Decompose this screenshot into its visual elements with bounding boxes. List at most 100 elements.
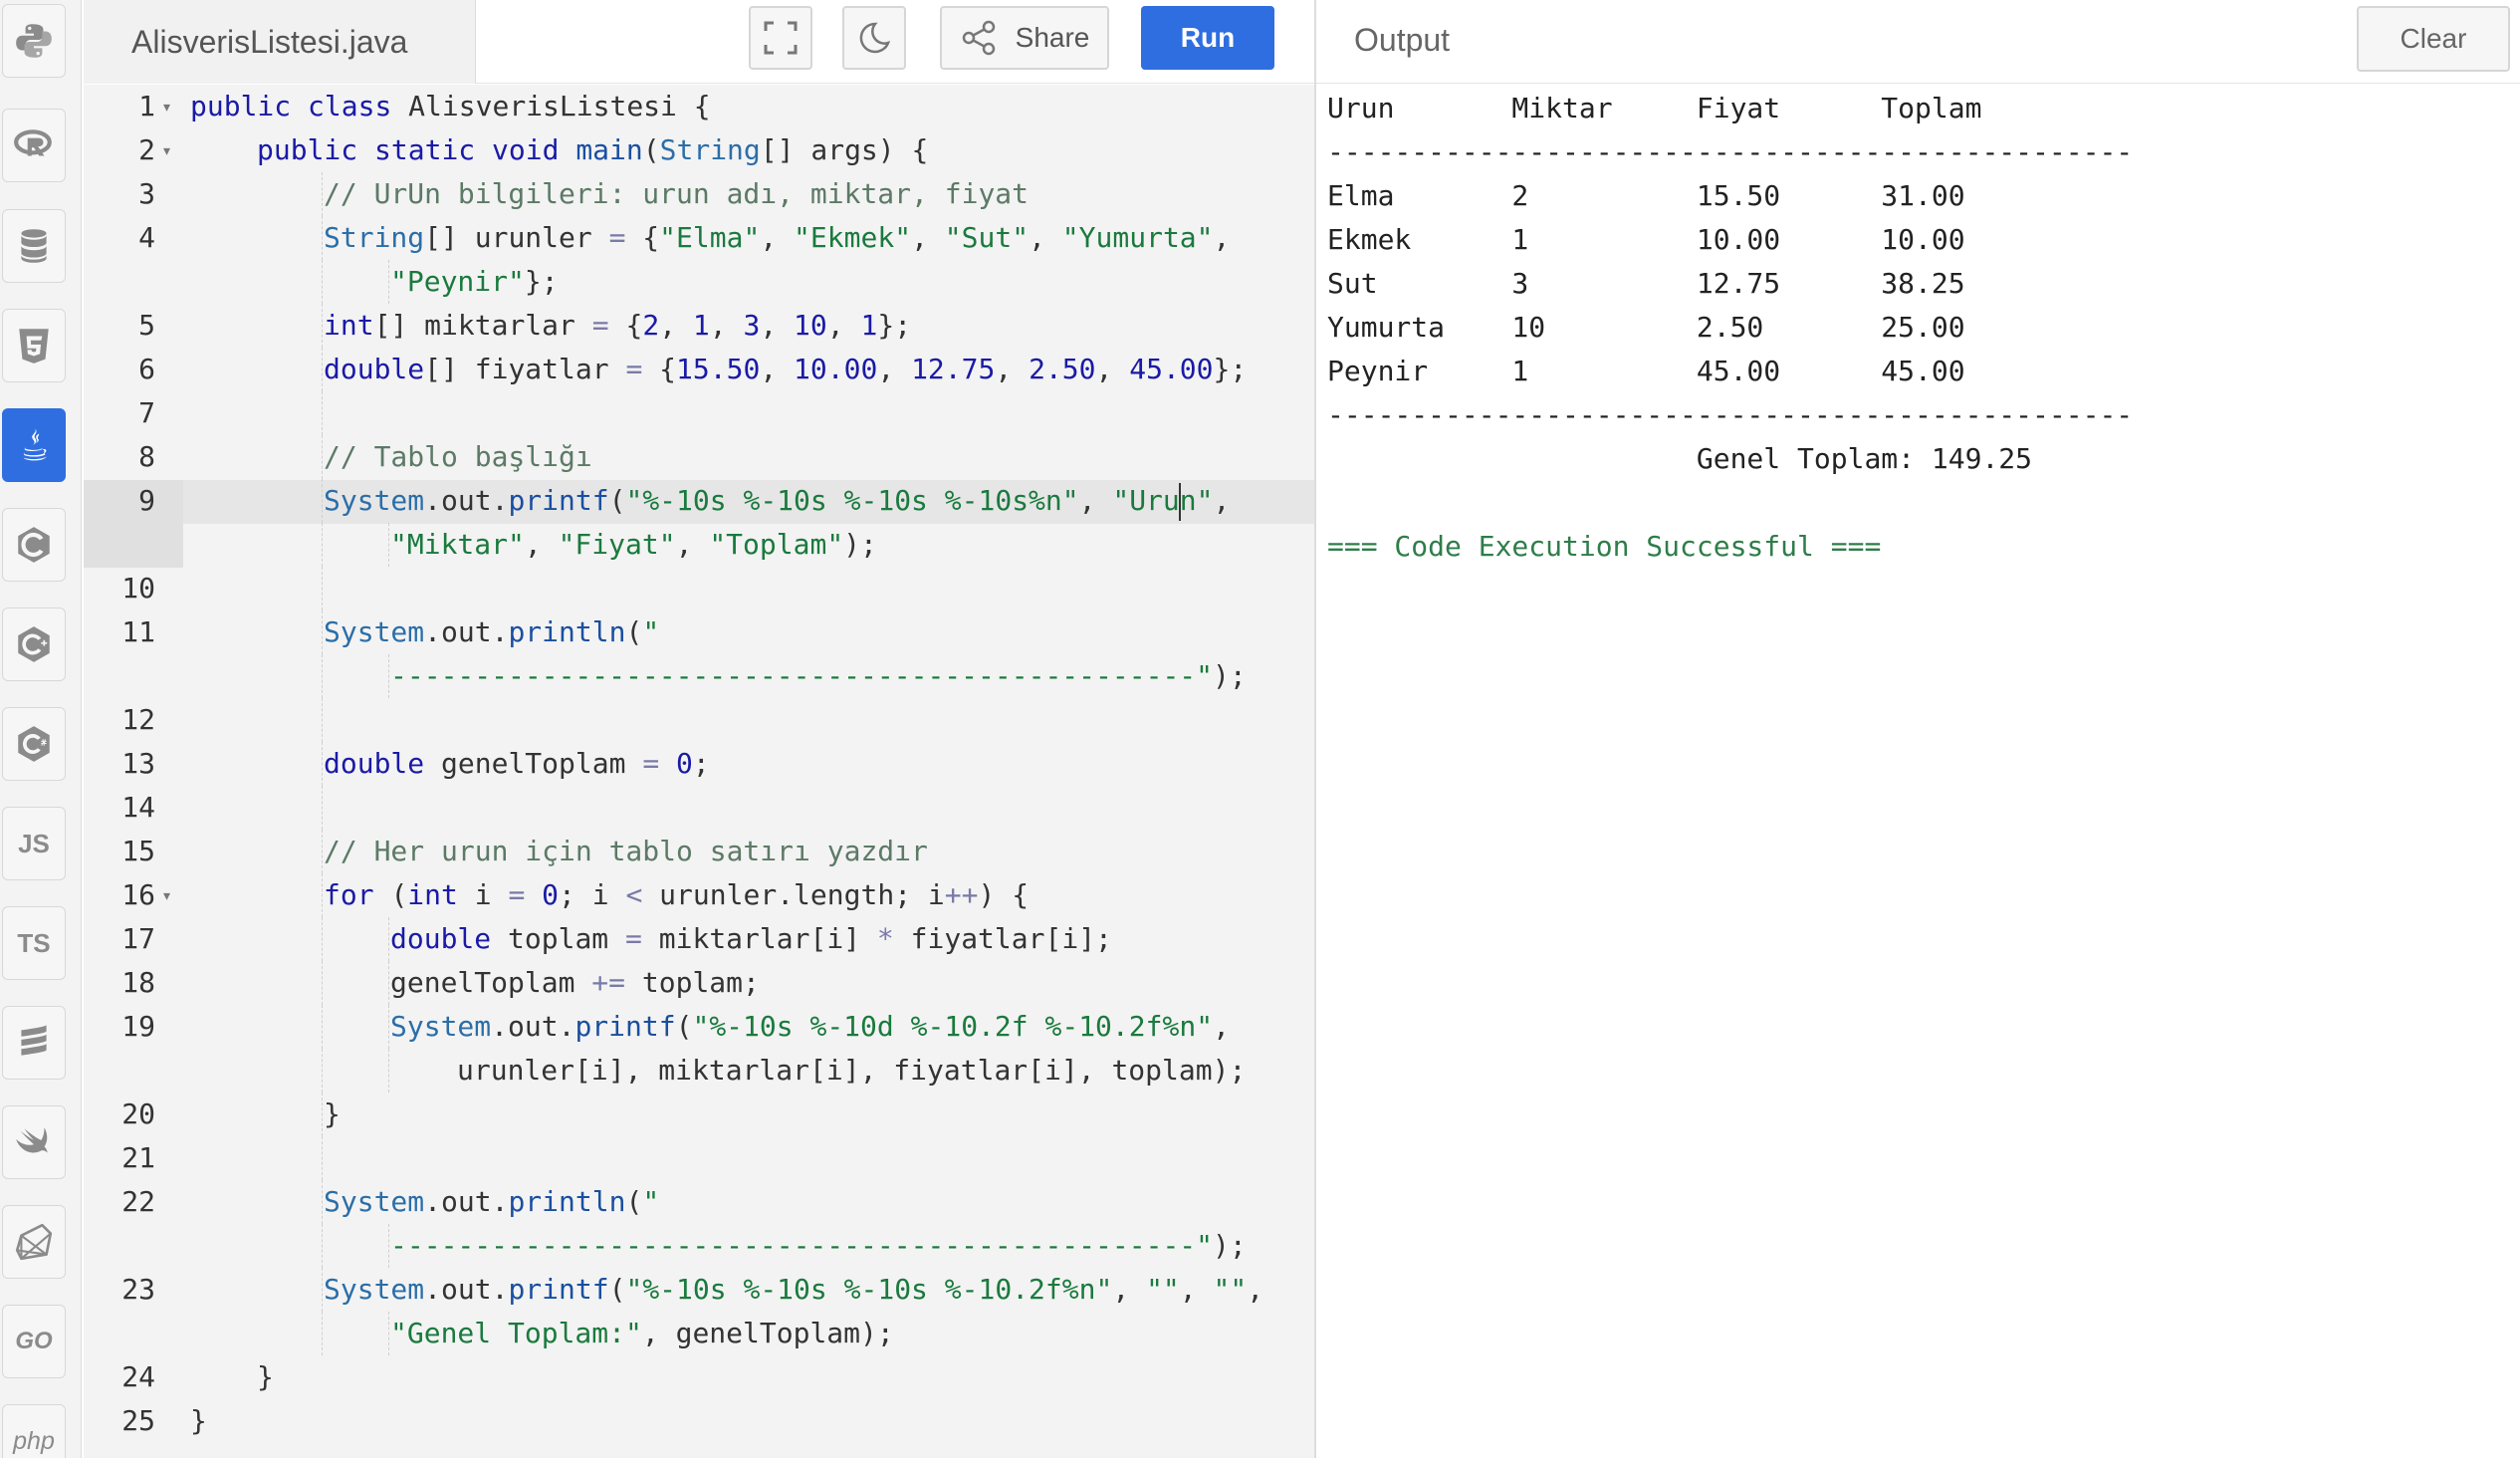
code-line[interactable]: ----------------------------------------… [390,1224,1247,1268]
run-button[interactable]: Run [1141,6,1274,70]
indent-guide [322,523,323,567]
indent-guide [322,1312,323,1355]
code-line[interactable]: // Tablo başlığı [324,435,592,479]
code-token: , [1179,1273,1214,1306]
go-button[interactable]: GO [2,1305,66,1378]
code-line[interactable]: public class AlisverisListesi { [190,85,711,128]
line-number: 4 [138,221,155,254]
code-token: ); [1213,659,1247,692]
code-token: , [1213,484,1231,517]
ruby-icon [15,1223,53,1261]
code-line[interactable]: // Her urun için tablo satırı yazdır [324,830,928,873]
indent-guide [322,917,323,961]
code-line[interactable]: double[] fiyatlar = {15.50, 10.00, 12.75… [324,348,1247,391]
code-token: System [324,484,425,517]
java-button[interactable] [2,408,66,482]
code-line[interactable]: } [190,1399,207,1443]
code-token: "Miktar" [390,528,525,561]
indent-guide [322,786,323,830]
code-token: , [675,528,710,561]
cpp-icon [18,626,50,662]
code-line[interactable]: public static void main(String[] args) { [257,128,928,172]
indent-guide [322,567,323,610]
code-token: // Tablo başlığı [324,440,592,473]
code-line[interactable]: System.out.printf("%-10s %-10s %-10s %-1… [324,1268,1263,1312]
file-tab[interactable]: AlisverisListesi.java [84,0,476,84]
csharp-button[interactable] [2,707,66,781]
code-line[interactable]: System.out.printf("%-10s %-10d %-10.2f %… [390,1005,1230,1049]
indent-guide [322,1093,323,1136]
code-line[interactable]: } [324,1093,341,1136]
code-token: double [324,353,425,385]
code-line[interactable]: int[] miktarlar = {2, 1, 3, 10, 1}; [324,304,911,348]
code-token: System [390,1010,492,1043]
python-button[interactable] [2,4,66,78]
code-token: "Sut" [944,221,1030,254]
code-token: [] args) { [760,133,929,166]
indent-guide [322,742,323,786]
line-number: 3 [138,177,155,210]
code-line[interactable]: double genelToplam = 0; [324,742,710,786]
code-line[interactable]: String[] urunler = {"Elma", "Ekmek", "Su… [324,216,1230,260]
code-line[interactable]: System.out.println(" [324,610,659,654]
code-token: "" [1213,1273,1248,1306]
c-button[interactable] [2,508,66,582]
code-line[interactable]: } [257,1355,274,1399]
code-line[interactable]: "Genel Toplam:", genelToplam); [390,1312,894,1355]
code-line[interactable]: "Peynir"}; [390,260,559,304]
html-button[interactable] [2,309,66,382]
indent-guide [322,830,323,873]
code-token: "Yumurta" [1061,221,1214,254]
php-button[interactable]: php [2,1404,66,1458]
code-token: .out. [424,1185,509,1218]
code-line[interactable]: ----------------------------------------… [390,654,1247,698]
code-token: , [524,528,559,561]
r-button[interactable] [2,109,66,182]
fullscreen-button[interactable] [749,6,812,70]
typescript-button[interactable]: TS [2,906,66,980]
code-line[interactable]: urunler[i], miktarlar[i], fiyatlar[i], t… [457,1049,1246,1093]
code-token: , [760,309,795,342]
dark-mode-button[interactable] [842,6,906,70]
code-token: , [1247,1273,1264,1306]
code-token: ) { [978,878,1030,911]
indent-guide [322,1224,323,1268]
code-token: void [492,133,576,166]
code-token: , [1213,1010,1230,1043]
code-token: , [995,353,1030,385]
code-token: "Genel Toplam:" [390,1317,642,1349]
code-line[interactable]: "Miktar", "Fiyat", "Toplam"); [390,523,877,567]
cpp-button[interactable] [2,608,66,681]
line-number: 23 [121,1273,155,1306]
line-number: 12 [121,703,155,736]
file-name: AlisverisListesi.java [131,23,408,60]
fold-toggle-icon[interactable]: ▾ [163,85,170,128]
sql-button[interactable] [2,209,66,283]
javascript-button[interactable]: JS [2,807,66,880]
fold-toggle-icon[interactable]: ▾ [163,128,170,172]
code-token: , [659,309,693,342]
code-token: class [308,90,409,122]
code-token: , [760,353,795,385]
code-line[interactable]: double toplam = miktarlar[i] * fiyatlar[… [390,917,1112,961]
code-line[interactable]: System.out.printf("%-10s %-10s %-10s %-1… [324,479,1230,523]
fold-toggle-icon[interactable]: ▾ [163,873,170,917]
code-line[interactable]: System.out.println(" [324,1180,659,1224]
code-token: "Elma" [659,221,761,254]
code-token: " [642,1185,660,1218]
swift-button[interactable] [2,1105,66,1179]
line-number: 22 [121,1185,155,1218]
code-token: , [709,309,744,342]
line-number: 17 [121,922,155,955]
code-line[interactable]: // UrUn bilgileri: urun adı, miktar, fiy… [324,172,1029,216]
code-line[interactable]: for (int i = 0; i < urunler.length; i++)… [324,873,1029,917]
clear-button[interactable]: Clear [2357,6,2510,72]
code-token: ( [625,1185,643,1218]
code-token: { [642,353,677,385]
ruby-button[interactable] [2,1205,66,1279]
share-button[interactable]: Share [940,6,1109,70]
scala-button[interactable] [2,1006,66,1080]
code-line[interactable]: genelToplam += toplam; [390,961,760,1005]
indent-guide [322,873,323,917]
code-editor[interactable]: 1 ▾ 2 ▾ 3 4 5 6 7 8 9 10 11 12 13 14 15 16 ▾ 17 18 19 20 21 22 23… [84,85,1314,1458]
